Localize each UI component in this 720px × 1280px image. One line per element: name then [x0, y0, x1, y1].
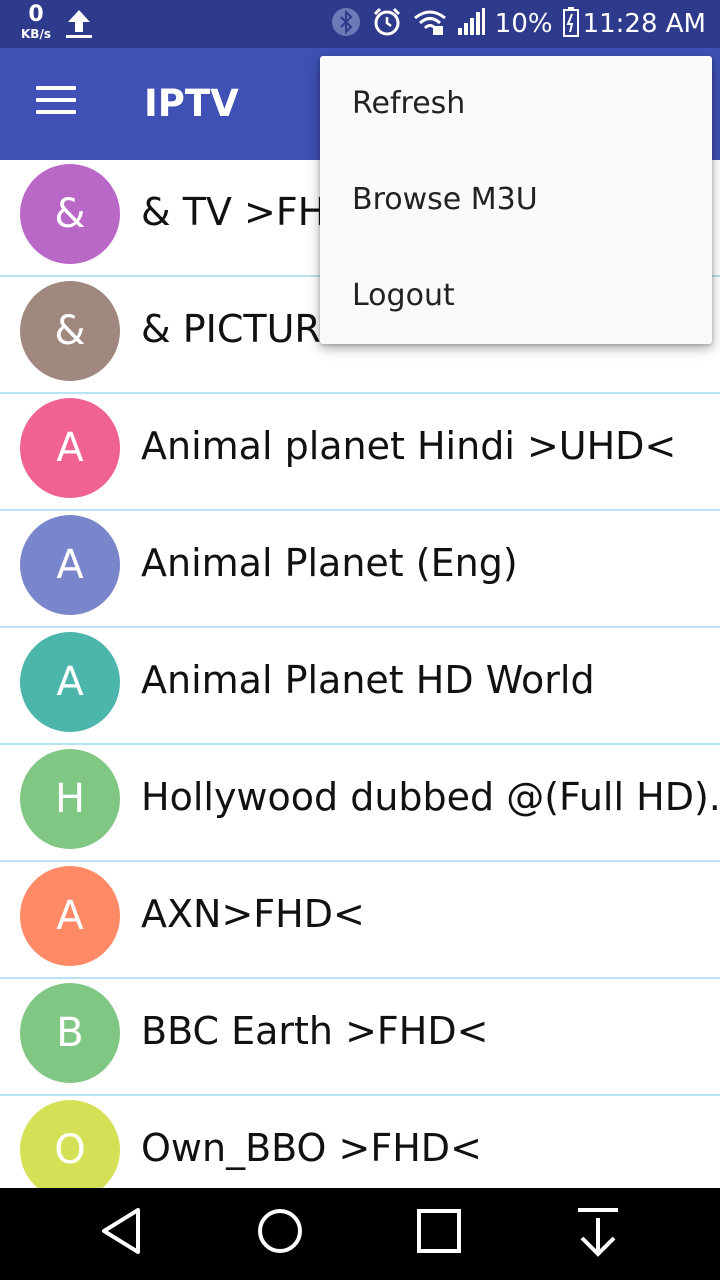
network-speed-value: 0: [28, 2, 44, 27]
hamburger-menu-icon[interactable]: [36, 86, 76, 120]
list-item[interactable]: H Hollywood dubbed @(Full HD).: [0, 745, 720, 862]
channel-name: Animal planet Hindi >UHD<: [141, 424, 677, 468]
battery-percent: 10%: [494, 9, 553, 39]
signal-icon: [457, 8, 485, 40]
channel-name: AXN>FHD<: [141, 892, 365, 936]
avatar: A: [20, 632, 120, 732]
upload-icon: [64, 8, 94, 44]
list-item[interactable]: A Animal Planet (Eng): [0, 511, 720, 628]
navigation-bar: [0, 1188, 720, 1280]
list-item[interactable]: A Animal planet Hindi >UHD<: [0, 394, 720, 511]
avatar: H: [20, 749, 120, 849]
list-item[interactable]: A Animal Planet HD World: [0, 628, 720, 745]
avatar: A: [20, 398, 120, 498]
clock: 11:28 AM: [582, 9, 706, 39]
back-icon[interactable]: [100, 1206, 144, 1260]
menu-item-browse-m3u[interactable]: Browse M3U: [320, 152, 712, 248]
overflow-menu: Refresh Browse M3U Logout: [320, 56, 712, 344]
bluetooth-icon: [331, 7, 361, 41]
avatar: B: [20, 983, 120, 1083]
menu-item-logout[interactable]: Logout: [320, 248, 712, 344]
battery-icon: [562, 7, 579, 41]
notification-pull-icon[interactable]: [576, 1206, 620, 1262]
avatar: &: [20, 164, 120, 264]
channel-name: Animal Planet (Eng): [141, 541, 518, 585]
list-item[interactable]: A AXN>FHD<: [0, 862, 720, 979]
network-speed-unit: KB/s: [21, 27, 51, 41]
recents-icon[interactable]: [416, 1206, 462, 1260]
channel-name: Animal Planet HD World: [141, 658, 595, 702]
avatar: A: [20, 866, 120, 966]
wifi-icon: [413, 8, 447, 40]
list-item[interactable]: O Own_BBO >FHD<: [0, 1096, 720, 1188]
network-speed: 0 KB/s: [14, 2, 58, 41]
avatar: O: [20, 1100, 120, 1188]
status-bar: 0 KB/s 10% 11:28 AM: [0, 0, 720, 48]
menu-item-refresh[interactable]: Refresh: [320, 56, 712, 152]
list-item[interactable]: B BBC Earth >FHD<: [0, 979, 720, 1096]
home-icon[interactable]: [256, 1206, 304, 1260]
avatar: &: [20, 281, 120, 381]
alarm-icon: [371, 6, 403, 42]
page-title: IPTV: [144, 82, 239, 125]
avatar: A: [20, 515, 120, 615]
channel-name: BBC Earth >FHD<: [141, 1009, 489, 1053]
channel-name: Hollywood dubbed @(Full HD).: [141, 775, 720, 819]
channel-name: Own_BBO >FHD<: [141, 1126, 482, 1170]
